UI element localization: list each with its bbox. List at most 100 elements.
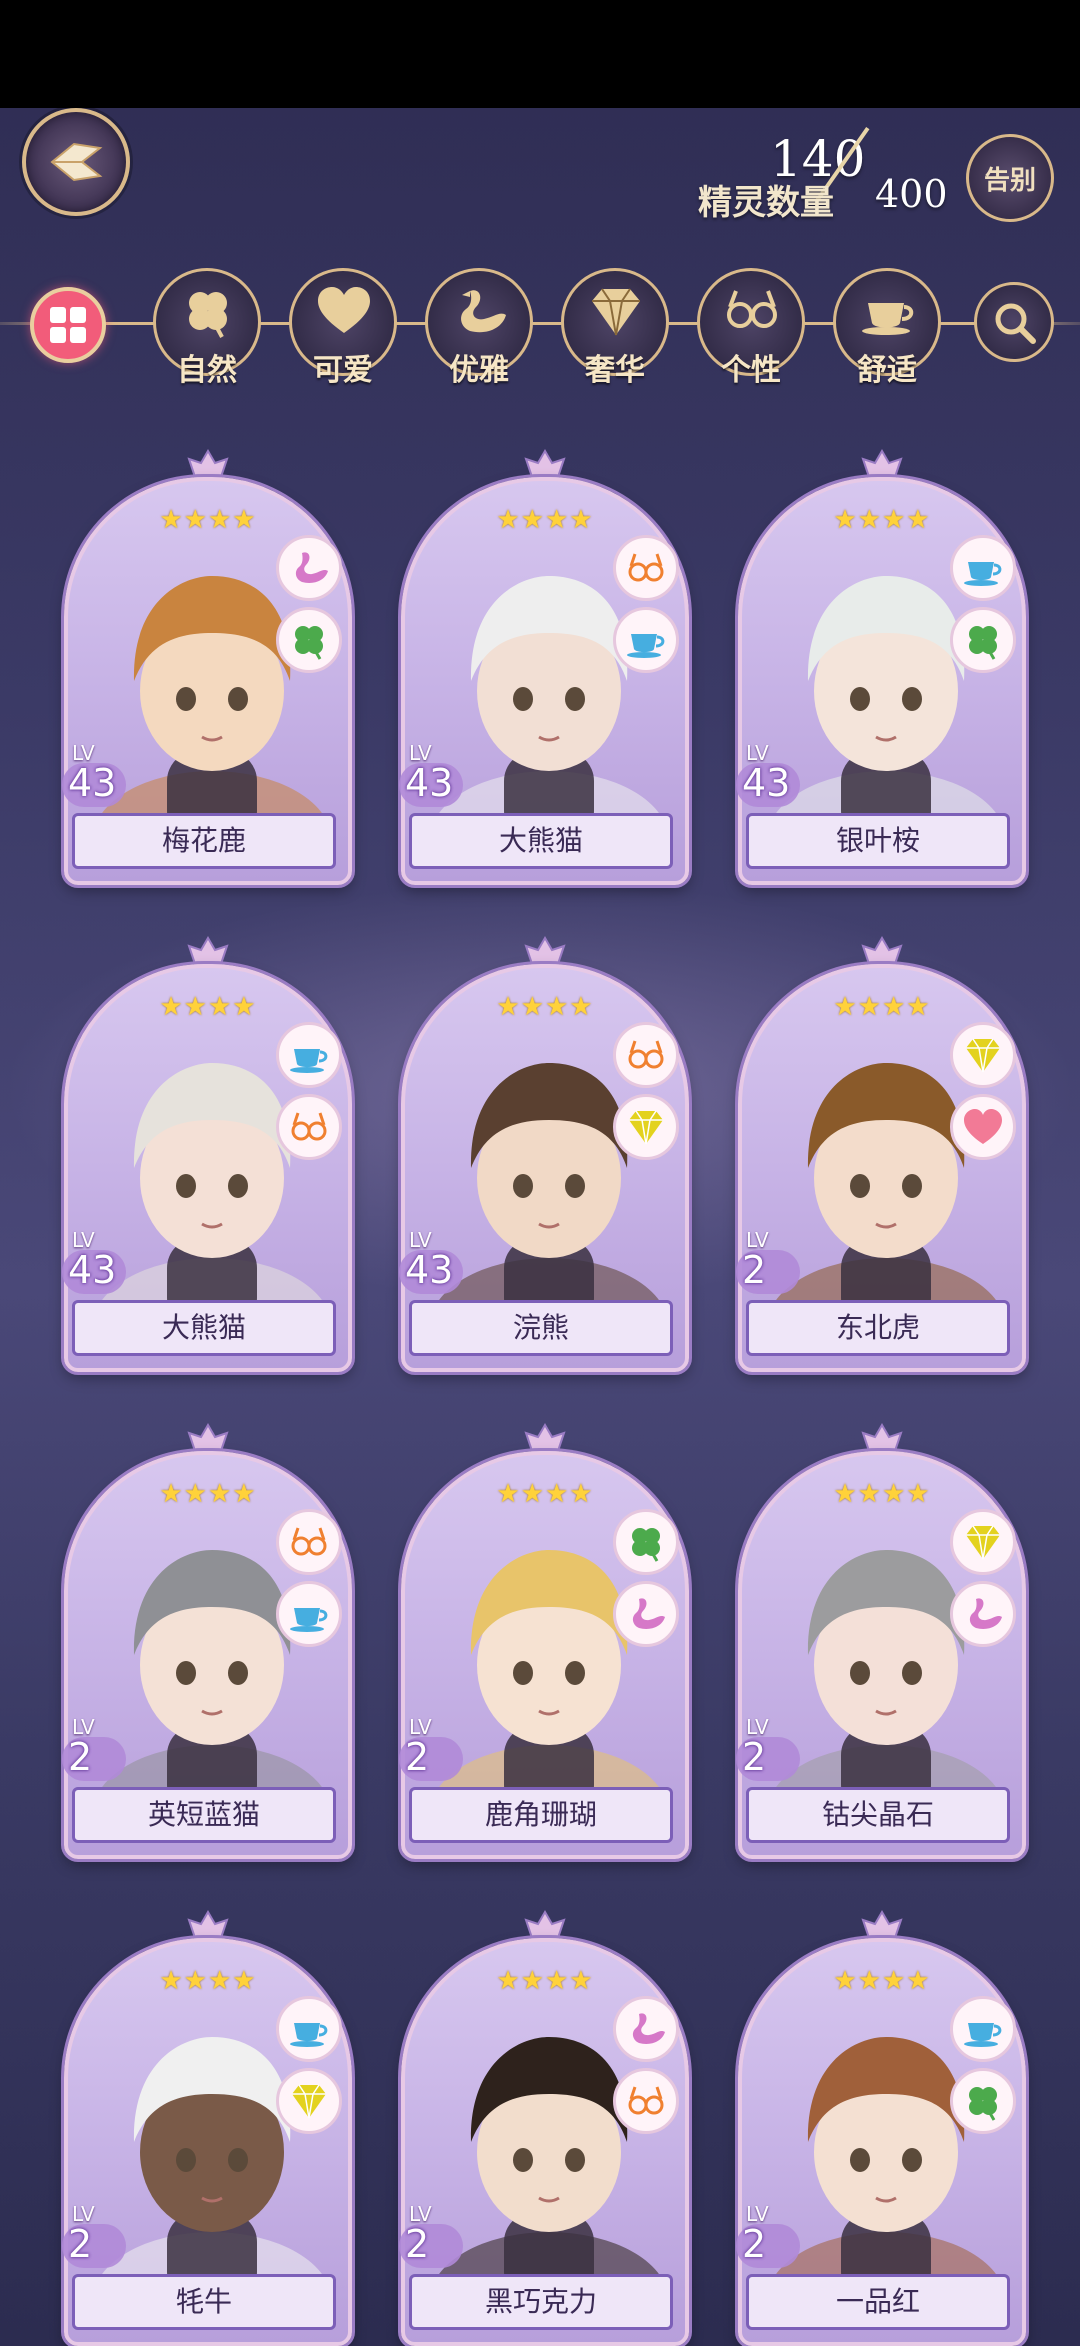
clover-icon-badge [276,607,342,673]
character-name: 黑巧克力 [409,2274,673,2330]
diamond-icon [629,1110,663,1145]
filter-all-button[interactable] [30,287,106,363]
level-badge: LV 2 [732,2202,812,2272]
swan-icon-badge [950,1581,1016,1647]
glasses-icon-badge [613,2068,679,2134]
filter-label: 自然 [177,353,237,388]
swan-icon-badge [613,1996,679,2062]
rarity-stars: ★★★★ [159,1966,257,1996]
character-name: 大熊猫 [72,1300,336,1356]
clover-icon [295,626,323,660]
diamond-icon [292,2084,326,2119]
heart-icon [318,287,370,333]
clover-icon [969,626,997,660]
teacup-icon [290,1049,328,1073]
sprite-card[interactable]: ★★★★ LV 2 牦牛 [62,1910,352,2346]
sprite-card[interactable]: ★★★★ LV 43 大熊猫 [399,449,689,885]
character-name: 一品红 [746,2274,1010,2330]
level-value: 43 [68,761,117,805]
filter-label: 奢华 [585,353,645,388]
character-name: 东北虎 [746,1300,1010,1356]
diamond-icon [592,288,640,336]
farewell-button[interactable]: 告别 [966,134,1054,222]
filter-label: 优雅 [449,353,509,388]
sprite-card[interactable]: ★★★★ LV 2 一品红 [736,1910,1026,2346]
glasses-icon [291,1527,327,1556]
back-button[interactable] [22,108,130,216]
card-crown-ornament [861,936,903,965]
search-icon [995,303,1036,344]
swan-icon [632,1598,665,1629]
sprite-card[interactable]: ★★★★ LV 2 东北虎 [736,936,1026,1372]
card-crown-ornament [861,1910,903,1939]
sprite-card[interactable]: ★★★★ LV 43 银叶桉 [736,449,1026,885]
diamond-icon-badge [613,1094,679,1160]
character-name: 钴尖晶石 [746,1787,1010,1843]
teacup-icon-badge [950,535,1016,601]
level-value: 2 [68,2222,93,2266]
teacup-icon-badge [276,1022,342,1088]
rarity-stars: ★★★★ [496,1966,594,1996]
glasses-icon [291,1112,327,1141]
sprite-card[interactable]: ★★★★ LV 43 梅花鹿 [62,449,352,885]
sprite-card[interactable]: ★★★★ LV 2 黑巧克力 [399,1910,689,2346]
filter-cute[interactable]: 可爱 [289,268,397,388]
farewell-label: 告别 [983,165,1036,196]
level-value: 2 [405,2222,430,2266]
glasses-icon [628,553,664,582]
filter-label: 可爱 [313,353,373,388]
sprite-card[interactable]: ★★★★ LV 43 大熊猫 [62,936,352,1372]
diamond-icon-badge [276,2068,342,2134]
level-value: 2 [742,1248,767,1292]
teacup-icon [964,562,1002,586]
card-crown-ornament [187,449,229,478]
character-name: 银叶桉 [746,813,1010,869]
level-badge: LV 2 [732,1228,812,1298]
character-name: 英短蓝猫 [72,1787,336,1843]
swan-icon-badge [276,535,342,601]
teacup-icon [290,1608,328,1632]
heart-icon-badge [950,1094,1016,1160]
filter-luxury[interactable]: 奢华 [561,268,669,388]
diamond-icon-badge [950,1509,1016,1575]
sprite-count: 140 400 精灵数量 [690,120,950,230]
sprite-card[interactable]: ★★★★ LV 43 浣熊 [399,936,689,1372]
glasses-icon-badge [613,1022,679,1088]
glasses-icon-badge [276,1509,342,1575]
character-name: 浣熊 [409,1300,673,1356]
card-crown-ornament [524,936,566,965]
filter-label: 舒适 [857,353,917,388]
level-badge: LV 43 [395,1228,475,1298]
level-badge: LV 2 [58,1715,138,1785]
diamond-icon [966,1525,1000,1560]
glasses-icon [628,1040,664,1069]
teacup-icon-badge [276,1581,342,1647]
rarity-stars: ★★★★ [833,505,931,535]
sprite-card[interactable]: ★★★★ LV 2 英短蓝猫 [62,1423,352,1859]
character-name: 梅花鹿 [72,813,336,869]
card-crown-ornament [861,1423,903,1452]
card-crown-ornament [524,1910,566,1939]
diamond-icon-badge [950,1022,1016,1088]
sprite-card[interactable]: ★★★★ LV 2 鹿角珊瑚 [399,1423,689,1859]
level-badge: LV 43 [732,741,812,811]
level-badge: LV 2 [732,1715,812,1785]
filter-comfort[interactable]: 舒适 [833,268,941,388]
teacup-icon [627,634,665,658]
filter-elegant[interactable]: 优雅 [425,268,533,388]
level-value: 2 [742,2222,767,2266]
sprite-card[interactable]: ★★★★ LV 2 钴尖晶石 [736,1423,1026,1859]
level-badge: LV 2 [58,2202,138,2272]
rarity-stars: ★★★★ [496,505,594,535]
diamond-icon [966,1038,1000,1073]
card-crown-ornament [861,449,903,478]
character-name: 鹿角珊瑚 [409,1787,673,1843]
search-button[interactable] [974,282,1054,362]
level-badge: LV 2 [395,1715,475,1785]
rarity-stars: ★★★★ [833,1966,931,1996]
level-value: 2 [405,1735,430,1779]
filter-personality[interactable]: 个性 [697,268,805,388]
card-crown-ornament [187,1423,229,1452]
glasses-icon [727,290,777,328]
filter-natural[interactable]: 自然 [153,268,261,388]
